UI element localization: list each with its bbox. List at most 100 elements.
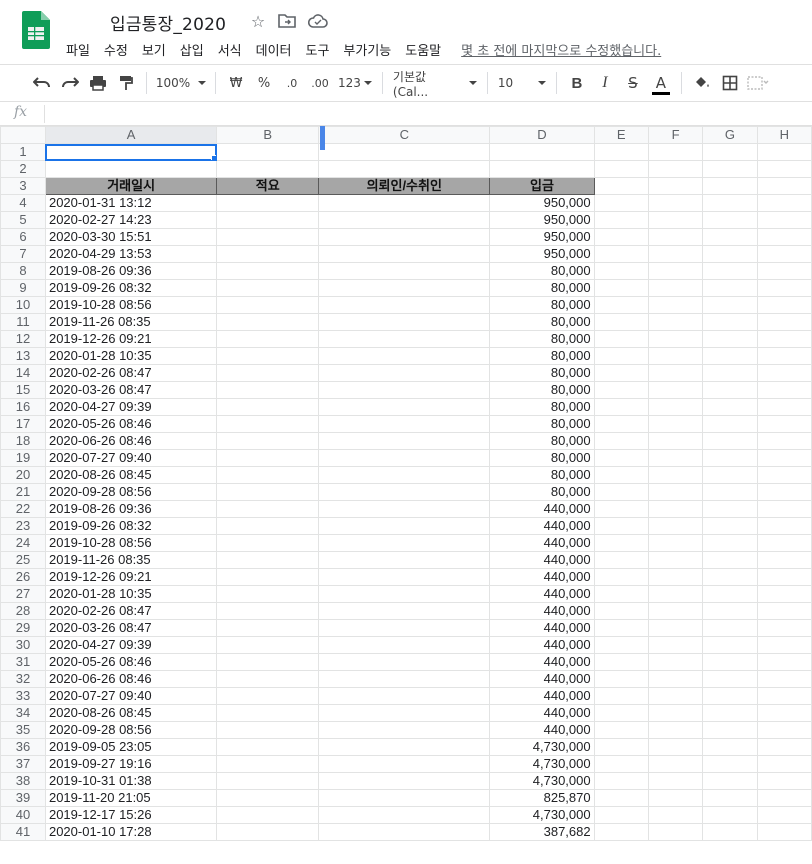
memo-cell-redacted[interactable]	[216, 330, 320, 348]
cell[interactable]	[593, 177, 649, 195]
deposit-cell[interactable]: 440,000	[489, 670, 595, 688]
bold-button[interactable]: B	[563, 70, 591, 96]
cell[interactable]	[756, 602, 812, 620]
deposit-cell[interactable]: 80,000	[489, 415, 595, 433]
counterparty-cell-redacted[interactable]	[318, 262, 491, 280]
cell[interactable]	[756, 313, 812, 331]
font-size-select[interactable]: 10	[494, 70, 550, 96]
cell[interactable]	[702, 721, 758, 739]
counterparty-cell-redacted[interactable]	[318, 228, 491, 246]
date-cell[interactable]: 2019-09-05 23:05	[44, 738, 218, 756]
memo-cell-redacted[interactable]	[216, 772, 320, 790]
cell[interactable]	[756, 143, 812, 161]
cell[interactable]	[593, 551, 649, 569]
star-icon[interactable]: ☆	[248, 11, 268, 31]
cell[interactable]	[702, 381, 758, 399]
counterparty-cell-redacted[interactable]	[318, 279, 491, 297]
cell[interactable]	[702, 755, 758, 773]
cell[interactable]	[593, 517, 649, 535]
deposit-cell[interactable]: 440,000	[489, 500, 595, 518]
cell[interactable]	[702, 228, 758, 246]
date-cell[interactable]: 2020-02-27 14:23	[44, 211, 218, 229]
cell[interactable]	[702, 143, 758, 161]
cell[interactable]	[593, 313, 649, 331]
deposit-cell[interactable]: 80,000	[489, 262, 595, 280]
cell[interactable]	[702, 415, 758, 433]
memo-cell-redacted[interactable]	[216, 755, 320, 773]
cell[interactable]	[702, 585, 758, 603]
memo-cell-redacted[interactable]	[216, 228, 320, 246]
cell[interactable]	[593, 347, 649, 365]
cell[interactable]	[647, 279, 704, 297]
column-header-f[interactable]: F	[647, 126, 704, 144]
cell[interactable]	[593, 296, 649, 314]
counterparty-cell-redacted[interactable]	[318, 398, 491, 416]
row-header[interactable]: 31	[0, 653, 46, 671]
cell[interactable]	[647, 687, 704, 705]
memo-cell-redacted[interactable]	[216, 551, 320, 569]
cell[interactable]	[647, 160, 704, 178]
cell[interactable]	[647, 228, 704, 246]
deposit-cell[interactable]: 80,000	[489, 381, 595, 399]
cell[interactable]	[44, 160, 218, 178]
cell[interactable]	[702, 211, 758, 229]
date-cell[interactable]: 2020-07-27 09:40	[44, 449, 218, 467]
cell[interactable]	[756, 721, 812, 739]
fill-color-icon[interactable]	[688, 70, 716, 96]
memo-cell-redacted[interactable]	[216, 619, 320, 637]
deposit-cell[interactable]: 80,000	[489, 466, 595, 484]
memo-cell-redacted[interactable]	[216, 789, 320, 807]
cell[interactable]	[593, 483, 649, 501]
counterparty-cell-redacted[interactable]	[318, 772, 491, 790]
cell[interactable]	[647, 330, 704, 348]
cell[interactable]	[647, 483, 704, 501]
memo-cell-redacted[interactable]	[216, 585, 320, 603]
date-cell[interactable]: 2020-08-26 08:45	[44, 466, 218, 484]
cell[interactable]	[756, 449, 812, 467]
menu-insert[interactable]: 삽입	[174, 40, 210, 59]
cell[interactable]	[647, 449, 704, 467]
date-cell[interactable]: 2019-09-26 08:32	[44, 517, 218, 535]
row-header[interactable]: 17	[0, 415, 46, 433]
cell[interactable]	[756, 466, 812, 484]
row-header[interactable]: 9	[0, 279, 46, 297]
counterparty-cell-redacted[interactable]	[318, 330, 491, 348]
row-header[interactable]: 3	[0, 177, 46, 195]
cell[interactable]	[702, 602, 758, 620]
cell[interactable]	[702, 347, 758, 365]
deposit-cell[interactable]: 80,000	[489, 279, 595, 297]
counterparty-cell-redacted[interactable]	[318, 789, 491, 807]
cell[interactable]	[702, 483, 758, 501]
row-header[interactable]: 8	[0, 262, 46, 280]
cell[interactable]	[593, 704, 649, 722]
counterparty-cell-redacted[interactable]	[318, 415, 491, 433]
row-header[interactable]: 22	[0, 500, 46, 518]
cell[interactable]	[756, 500, 812, 518]
date-cell[interactable]: 2020-05-26 08:46	[44, 415, 218, 433]
deposit-cell[interactable]: 80,000	[489, 347, 595, 365]
cell[interactable]	[593, 415, 649, 433]
cell[interactable]	[593, 534, 649, 552]
date-cell[interactable]: 2019-08-26 09:36	[44, 500, 218, 518]
counterparty-cell-redacted[interactable]	[318, 585, 491, 603]
memo-cell-redacted[interactable]	[216, 211, 320, 229]
counterparty-cell-redacted[interactable]	[318, 313, 491, 331]
decrease-decimal-button[interactable]: .0	[278, 70, 306, 96]
cell[interactable]	[756, 228, 812, 246]
cell[interactable]	[647, 602, 704, 620]
counterparty-cell-redacted[interactable]	[318, 755, 491, 773]
menu-edit[interactable]: 수정	[98, 40, 134, 59]
print-icon[interactable]	[84, 70, 112, 96]
cell[interactable]	[702, 296, 758, 314]
cell[interactable]	[756, 585, 812, 603]
row-header[interactable]: 1	[0, 143, 46, 161]
cell[interactable]	[593, 245, 649, 263]
counterparty-cell-redacted[interactable]	[318, 653, 491, 671]
row-header[interactable]: 19	[0, 449, 46, 467]
deposit-cell[interactable]: 80,000	[489, 330, 595, 348]
counterparty-cell-redacted[interactable]	[318, 738, 491, 756]
row-header[interactable]: 35	[0, 721, 46, 739]
cell[interactable]	[593, 721, 649, 739]
cell[interactable]	[756, 296, 812, 314]
memo-cell-redacted[interactable]	[216, 568, 320, 586]
